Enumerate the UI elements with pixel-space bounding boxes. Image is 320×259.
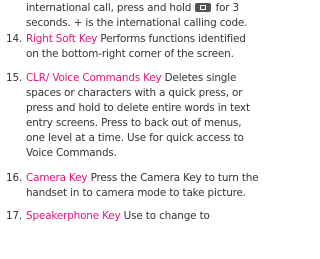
item-number: 16. bbox=[6, 172, 23, 184]
key-description: Deletes single spaces or characters with… bbox=[26, 72, 250, 159]
key-name: Camera Key bbox=[26, 172, 88, 184]
list-item-camera-key: 16. Camera Key Press the Camera Key to t… bbox=[0, 171, 303, 201]
item-number: 17. bbox=[6, 210, 23, 222]
list-item-speakerphone-key: 17. Speakerphone Key Use to change to bbox=[0, 209, 303, 224]
continued-paragraph: international call, press and hold for 3… bbox=[26, 1, 247, 31]
item-text: CLR/ Voice Commands Key Deletes single s… bbox=[26, 71, 299, 161]
continued-text-start: international call, press and hold bbox=[26, 2, 192, 14]
item-text: Right Soft Key Performs functions identi… bbox=[26, 32, 299, 62]
item-number: 15. bbox=[6, 72, 23, 84]
list-item-right-soft-key: 14. Right Soft Key Performs functions id… bbox=[0, 32, 303, 62]
item-text: Speakerphone Key Use to change to bbox=[26, 209, 299, 224]
key-name: Speakerphone Key bbox=[26, 210, 121, 222]
item-number: 14. bbox=[6, 33, 23, 45]
key-description: Use to change to bbox=[120, 210, 210, 222]
key-name: CLR/ Voice Commands Key bbox=[26, 72, 162, 84]
item-text: Camera Key Press the Camera Key to turn … bbox=[26, 171, 299, 201]
list-item-clr-voice-commands-key: 15. CLR/ Voice Commands Key Deletes sing… bbox=[0, 71, 303, 161]
manual-page: international call, press and hold for 3… bbox=[0, 0, 303, 259]
international-key-icon bbox=[195, 3, 212, 12]
key-name: Right Soft Key bbox=[26, 33, 98, 45]
